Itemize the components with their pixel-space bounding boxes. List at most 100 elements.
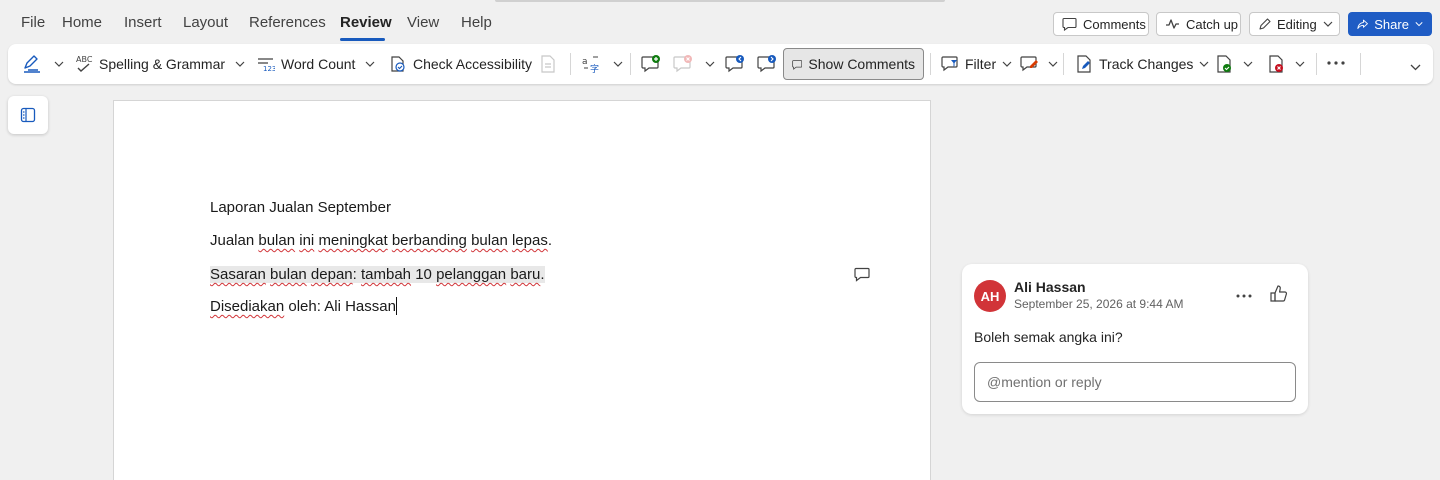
spelling-grammar-label: Spelling & Grammar [99, 56, 226, 72]
comments-label: Comments [1083, 16, 1146, 32]
chevron-down-icon[interactable] [54, 61, 64, 67]
spell-error[interactable]: depan [311, 266, 353, 283]
paragraph-1[interactable]: Jualan bulan ini meningkat berbanding bu… [210, 232, 552, 249]
spell-error[interactable]: baru [510, 266, 540, 283]
comment-icon [792, 59, 803, 70]
chevron-down-icon[interactable] [235, 61, 245, 67]
next-comment-icon[interactable] [757, 54, 777, 74]
like-icon[interactable] [1269, 284, 1289, 304]
track-changes-label: Track Changes [1099, 56, 1194, 72]
check-accessibility-label: Check Accessibility [413, 56, 533, 72]
markup-icon [1020, 56, 1038, 72]
delete-comment-button[interactable] [673, 52, 715, 76]
chevron-down-icon[interactable] [705, 61, 715, 67]
commented-paragraph[interactable]: Sasaran bulan depan: tambah 10 pelanggan… [210, 266, 545, 283]
delete-comment-icon [673, 55, 692, 73]
menu-help[interactable]: Help [461, 14, 492, 31]
svg-text:123: 123 [263, 65, 275, 72]
spell-error[interactable]: bulan [258, 232, 295, 249]
spell-error[interactable]: Disediakan [210, 298, 284, 315]
navigation-pane-button[interactable] [8, 96, 48, 134]
spell-error[interactable]: ini [299, 232, 314, 249]
editor-button[interactable] [22, 52, 64, 76]
spelling-grammar-button[interactable]: ABC Spelling & Grammar [75, 52, 245, 76]
chevron-down-icon[interactable] [613, 61, 623, 67]
chevron-down-icon[interactable] [1002, 61, 1012, 67]
comments-button[interactable]: Comments [1053, 12, 1149, 36]
document-page[interactable]: Laporan Jualan September Jualan bulan in… [113, 100, 931, 480]
filter-button[interactable]: Filter [941, 52, 1012, 76]
share-button[interactable]: Share [1348, 12, 1432, 36]
title-bar-edge [495, 0, 945, 2]
check-accessibility-button[interactable]: Check Accessibility [389, 52, 532, 76]
document-title-line[interactable]: Laporan Jualan September [210, 199, 391, 216]
menu-review[interactable]: Review [340, 14, 392, 31]
filter-label: Filter [965, 56, 997, 72]
spell-error[interactable]: lepas [512, 232, 548, 249]
ribbon-separator [630, 53, 631, 75]
word-count-icon: 123 [258, 58, 275, 72]
chevron-down-icon[interactable] [365, 61, 375, 67]
reject-change-button[interactable] [1267, 52, 1305, 76]
new-comment-icon[interactable] [641, 54, 661, 74]
svg-text:字: 字 [590, 63, 599, 74]
pencil-icon [1259, 17, 1271, 30]
svg-text:a: a [582, 57, 588, 67]
spell-error[interactable]: bulan [471, 232, 508, 249]
menu-home[interactable]: Home [62, 14, 102, 31]
share-icon [1357, 19, 1368, 29]
catch-up-button[interactable]: Catch up [1156, 12, 1241, 36]
spell-error[interactable]: tambah [361, 266, 411, 283]
menu-file[interactable]: File [21, 14, 45, 31]
markup-button[interactable] [1020, 52, 1058, 76]
review-ribbon: ABC Spelling & Grammar 123 Word Count Ch… [8, 44, 1433, 84]
paragraph-3[interactable]: Disediakan oleh: Ali Hassan [210, 297, 397, 315]
spell-error[interactable]: Sasaran [210, 266, 266, 283]
document-stats-icon[interactable] [540, 55, 556, 73]
ribbon-separator [930, 53, 931, 75]
editor-pen-icon [24, 55, 40, 73]
word-count-button[interactable]: 123 Word Count [257, 52, 375, 76]
ribbon-separator [1360, 53, 1361, 75]
reject-change-icon [1269, 55, 1283, 73]
track-changes-button[interactable]: Track Changes [1075, 52, 1209, 76]
more-actions-icon[interactable] [1234, 286, 1254, 306]
show-comments-button[interactable]: Show Comments [783, 48, 924, 80]
comment-icon [1062, 17, 1077, 31]
more-options-icon[interactable] [1327, 61, 1345, 65]
chevron-down-icon [1323, 21, 1333, 27]
spell-error[interactable]: meningkat [318, 232, 387, 249]
reply-input[interactable] [974, 362, 1296, 402]
menu-view[interactable]: View [407, 14, 439, 31]
previous-comment-icon[interactable] [725, 54, 745, 74]
accept-change-icon [1217, 55, 1231, 73]
word-count-label: Word Count [281, 56, 356, 72]
chevron-down-icon[interactable] [1295, 61, 1305, 67]
menu-references[interactable]: References [249, 14, 326, 31]
chevron-down-icon [1415, 22, 1423, 27]
comment-marker-icon[interactable] [854, 267, 870, 282]
expand-ribbon-icon[interactable] [1410, 64, 1421, 71]
ribbon-separator [570, 53, 571, 75]
accept-change-button[interactable] [1215, 52, 1253, 76]
title-text: Laporan Jualan September [210, 199, 391, 216]
menu-layout[interactable]: Layout [183, 14, 228, 31]
chevron-down-icon[interactable] [1243, 61, 1253, 67]
spell-error[interactable]: bulan [270, 266, 307, 283]
active-tab-indicator [340, 38, 385, 41]
translate-button[interactable]: a字 [581, 52, 623, 76]
navigation-pane-icon [20, 107, 36, 123]
accessibility-icon [391, 56, 405, 72]
avatar: AH [974, 280, 1006, 312]
text-cursor [395, 297, 397, 315]
chevron-down-icon[interactable] [1048, 61, 1058, 67]
paragraph-3-text: Disediakan oleh: Ali Hassan [210, 298, 396, 315]
spell-error[interactable]: berbanding [392, 232, 467, 249]
comment-anchor-highlight[interactable]: Sasaran bulan depan: tambah 10 pelanggan… [210, 266, 545, 283]
chevron-down-icon[interactable] [1199, 61, 1209, 67]
comment-card[interactable]: AH Ali Hassan September 25, 2026 at 9:44… [962, 264, 1308, 414]
editing-mode-button[interactable]: Editing [1249, 12, 1340, 36]
share-label: Share [1374, 16, 1409, 32]
menu-insert[interactable]: Insert [124, 14, 162, 31]
spell-error[interactable]: pelanggan [436, 266, 506, 283]
